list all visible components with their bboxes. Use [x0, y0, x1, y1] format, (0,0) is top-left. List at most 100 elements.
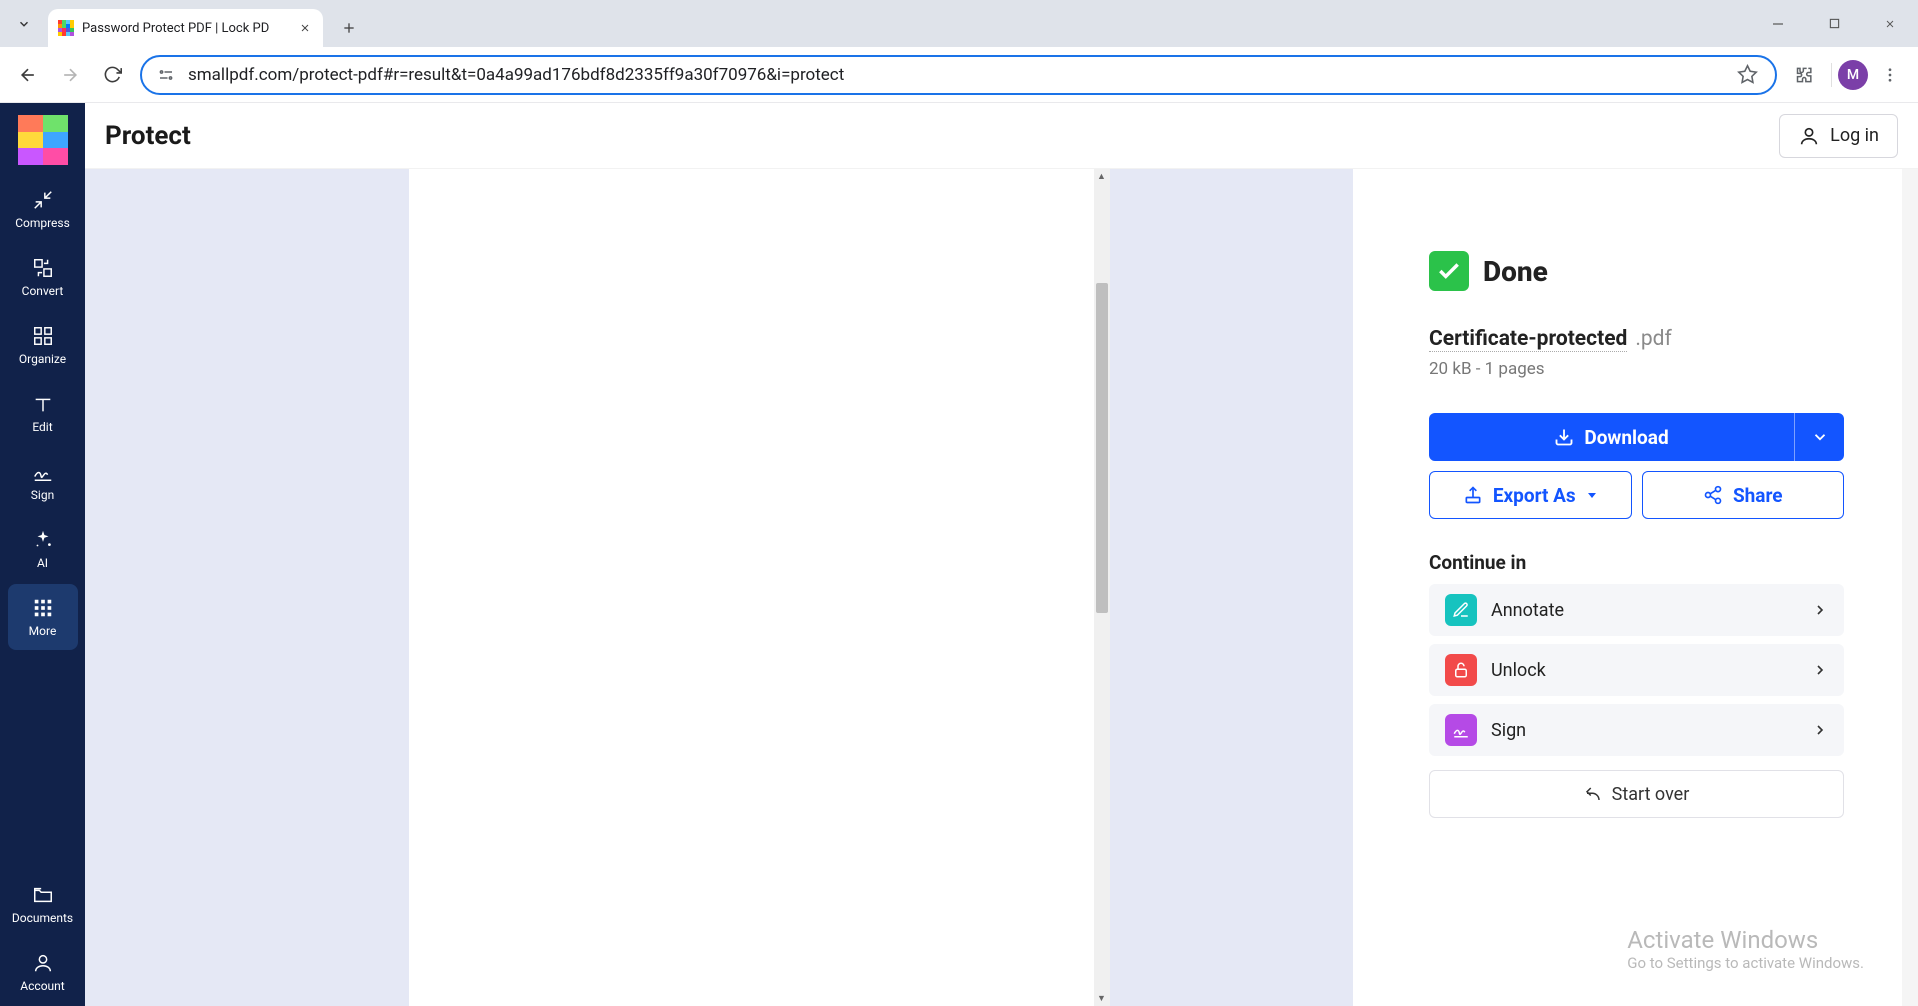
bookmark-button[interactable]: [1733, 61, 1761, 89]
sidebar-item-label: Account: [20, 979, 64, 993]
edit-icon: [31, 392, 55, 416]
address-bar[interactable]: smallpdf.com/protect-pdf#r=result&t=0a4a…: [140, 55, 1777, 95]
url-text: smallpdf.com/protect-pdf#r=result&t=0a4a…: [188, 65, 1721, 85]
export-icon: [1463, 485, 1483, 505]
file-meta: 20 kB - 1 pages: [1429, 359, 1844, 379]
arrow-right-icon: [60, 65, 80, 85]
sidebar-item-sign[interactable]: Sign: [8, 448, 78, 514]
continue-item-label: Annotate: [1491, 600, 1798, 621]
export-label: Export As: [1493, 484, 1576, 507]
chevron-right-icon: [1812, 602, 1828, 618]
undo-icon: [1584, 785, 1602, 803]
continue-item-sign[interactable]: Sign: [1429, 704, 1844, 756]
plus-icon: [341, 20, 357, 36]
convert-icon: [31, 256, 55, 280]
share-label: Share: [1733, 484, 1783, 507]
preview-scrollbar[interactable]: ▲ ▼: [1094, 169, 1110, 1006]
sidebar-item-compress[interactable]: Compress: [8, 176, 78, 242]
main-area: ▲ ▼ Done Certificate-protected .pdf: [85, 169, 1918, 1006]
sidebar-item-ai[interactable]: AI: [8, 516, 78, 582]
sidebar-item-account[interactable]: Account: [8, 939, 78, 1005]
tab-favicon-icon: [58, 20, 74, 36]
continue-item-unlock[interactable]: Unlock: [1429, 644, 1844, 696]
start-over-button[interactable]: Start over: [1429, 770, 1844, 818]
new-tab-button[interactable]: [333, 12, 365, 44]
start-over-label: Start over: [1612, 784, 1690, 805]
window-close-button[interactable]: [1862, 0, 1918, 47]
sidebar-item-organize[interactable]: Organize: [8, 312, 78, 378]
window-controls: [1750, 0, 1918, 47]
share-icon: [1703, 485, 1723, 505]
chevron-right-icon: [1812, 662, 1828, 678]
tab-close-button[interactable]: [297, 20, 313, 36]
continue-item-annotate[interactable]: Annotate: [1429, 584, 1844, 636]
scroll-thumb[interactable]: [1096, 283, 1108, 613]
toolbar-divider: [1831, 63, 1832, 87]
close-icon: [1884, 18, 1896, 30]
caret-down-icon: [1586, 489, 1598, 501]
download-options-button[interactable]: [1794, 413, 1844, 461]
download-button[interactable]: Download: [1429, 413, 1794, 461]
organize-icon: [31, 324, 55, 348]
continue-item-label: Unlock: [1491, 660, 1798, 681]
sidebar-item-edit[interactable]: Edit: [8, 380, 78, 446]
download-icon: [1554, 427, 1574, 447]
chevron-right-icon: [1812, 722, 1828, 738]
done-label: Done: [1483, 255, 1548, 288]
export-as-button[interactable]: Export As: [1429, 471, 1632, 519]
window-minimize-button[interactable]: [1750, 0, 1806, 47]
kebab-menu-icon: [1881, 66, 1899, 84]
sidebar-item-more[interactable]: More: [8, 584, 78, 650]
continue-item-label: Sign: [1491, 720, 1798, 741]
share-button[interactable]: Share: [1642, 471, 1845, 519]
sidebar-item-convert[interactable]: Convert: [8, 244, 78, 310]
sidebar-item-label: AI: [37, 556, 48, 570]
sign-tool-icon: [1445, 714, 1477, 746]
chevron-down-icon: [1811, 428, 1829, 446]
pdf-preview-page[interactable]: [409, 169, 1094, 1006]
scroll-down-icon[interactable]: ▼: [1094, 993, 1110, 1004]
ai-sparkle-icon: [31, 528, 55, 552]
browser-tab[interactable]: Password Protect PDF | Lock PD: [48, 9, 323, 47]
nav-reload-button[interactable]: [92, 55, 132, 95]
watermark-line2: Go to Settings to activate Windows.: [1627, 954, 1864, 972]
app-logo[interactable]: [18, 115, 68, 165]
sidebar: Compress Convert Organize Edit Sign: [0, 103, 85, 1006]
reload-icon: [103, 65, 122, 84]
file-name[interactable]: Certificate-protected: [1429, 327, 1627, 352]
account-icon: [31, 951, 55, 975]
sidebar-item-documents[interactable]: Documents: [8, 871, 78, 937]
pdf-preview-area: ▲ ▼: [85, 169, 1353, 1006]
login-button[interactable]: Log in: [1779, 114, 1898, 158]
site-settings-icon[interactable]: [156, 65, 176, 85]
app-root: Compress Convert Organize Edit Sign: [0, 103, 1918, 1006]
sidebar-item-label: Convert: [22, 284, 64, 298]
window-maximize-button[interactable]: [1806, 0, 1862, 47]
sidebar-item-label: More: [29, 624, 57, 638]
profile-avatar[interactable]: M: [1838, 60, 1868, 90]
result-panel: Done Certificate-protected .pdf 20 kB - …: [1353, 169, 1918, 1006]
extensions-button[interactable]: [1785, 55, 1825, 95]
avatar-initial: M: [1847, 67, 1859, 83]
tabs-dropdown-button[interactable]: [0, 0, 48, 47]
minimize-icon: [1772, 18, 1784, 30]
sidebar-item-label: Edit: [32, 420, 52, 434]
content-area: Protect Log in ▲ ▼: [85, 103, 1918, 1006]
close-icon: [299, 22, 311, 34]
star-icon: [1737, 64, 1758, 85]
nav-forward-button[interactable]: [50, 55, 90, 95]
more-grid-icon: [31, 596, 55, 620]
maximize-icon: [1829, 18, 1840, 29]
chevron-down-icon: [17, 17, 31, 31]
sidebar-item-label: Documents: [12, 911, 73, 925]
nav-back-button[interactable]: [8, 55, 48, 95]
user-icon: [1798, 125, 1820, 147]
panel-scrollbar[interactable]: [1902, 169, 1918, 1006]
sidebar-item-label: Organize: [19, 352, 66, 366]
sidebar-item-label: Sign: [31, 488, 54, 502]
download-label: Download: [1584, 426, 1668, 449]
app-header: Protect Log in: [85, 103, 1918, 169]
scroll-up-icon[interactable]: ▲: [1094, 171, 1110, 182]
browser-menu-button[interactable]: [1870, 55, 1910, 95]
sidebar-item-label: Compress: [15, 216, 70, 230]
